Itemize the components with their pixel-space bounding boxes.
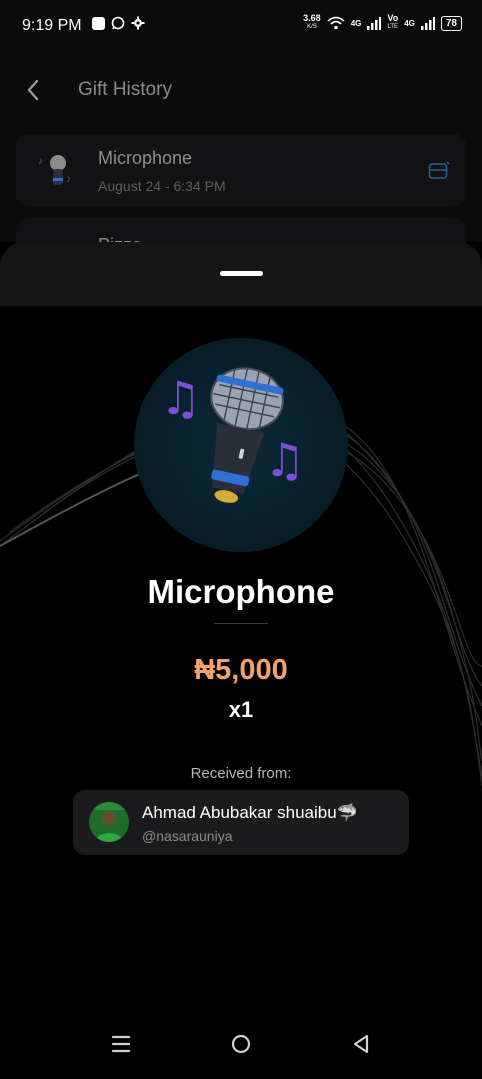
signal-icon bbox=[367, 16, 382, 30]
gift-history-item[interactable]: ♪ ♪ Microphone August 24 - 6:34 PM bbox=[16, 134, 466, 206]
svg-text:♫: ♫ bbox=[160, 371, 201, 425]
svg-text:♫: ♫ bbox=[264, 433, 305, 487]
gift-item-name: Microphone bbox=[98, 148, 193, 168]
network-speed: 3.68 K/S bbox=[303, 13, 321, 31]
sender-card[interactable]: Ahmad Abubakar shuaibu🦈 @nasarauniya bbox=[73, 790, 409, 855]
gift-item-date: August 24 - 6:34 PM bbox=[98, 178, 226, 194]
microphone-thumbnail-icon: ♪ ♪ bbox=[38, 155, 71, 185]
page-title: Gift History bbox=[78, 79, 172, 100]
received-from-label: Received from: bbox=[190, 765, 292, 782]
signal-icon-2 bbox=[420, 16, 435, 30]
whatsapp-icon bbox=[111, 16, 125, 30]
back-triangle-icon[interactable] bbox=[348, 1031, 374, 1057]
card-icon[interactable] bbox=[428, 161, 450, 181]
gift-detail-sheet: ♫ ♫ Microphone ₦5,000 x1 Received from: bbox=[0, 242, 482, 1079]
avatar[interactable] bbox=[89, 802, 129, 842]
sheet-header bbox=[0, 242, 482, 306]
svg-text:♪: ♪ bbox=[66, 174, 71, 185]
gift-price: ₦5,000 bbox=[194, 654, 288, 686]
app-notification-icon bbox=[92, 16, 105, 30]
menu-icon[interactable] bbox=[108, 1031, 134, 1057]
network-type-2: 4G bbox=[404, 18, 415, 28]
system-status-icons: 3.68 K/S 4G Vo LTE 4G 78 bbox=[303, 14, 462, 32]
drag-handle[interactable] bbox=[220, 271, 263, 276]
home-icon[interactable] bbox=[228, 1031, 254, 1057]
gift-quantity: x1 bbox=[228, 697, 254, 722]
divider bbox=[214, 623, 268, 624]
system-nav-bar bbox=[0, 1015, 482, 1079]
microphone-gift-icon: ♫ ♫ bbox=[160, 367, 305, 503]
volte-indicator: Vo LTE bbox=[387, 13, 399, 31]
sender-handle: @nasarauniya bbox=[142, 828, 233, 844]
battery-indicator: 78 bbox=[440, 15, 462, 31]
status-bar: 9:19 PM 3.68 K/S 4G Vo LTE 4G 78 bbox=[0, 0, 482, 52]
network-type-1: 4G bbox=[350, 18, 362, 28]
back-arrow-icon[interactable] bbox=[22, 78, 46, 102]
status-time: 9:19 PM bbox=[22, 17, 82, 34]
sender-name: Ahmad Abubakar shuaibu🦈 bbox=[142, 803, 358, 822]
notification-icons bbox=[92, 16, 145, 30]
gift-title: Microphone bbox=[147, 573, 335, 610]
wifi-icon bbox=[327, 16, 345, 30]
settings-gear-icon bbox=[131, 16, 145, 30]
svg-text:♪: ♪ bbox=[38, 156, 43, 167]
